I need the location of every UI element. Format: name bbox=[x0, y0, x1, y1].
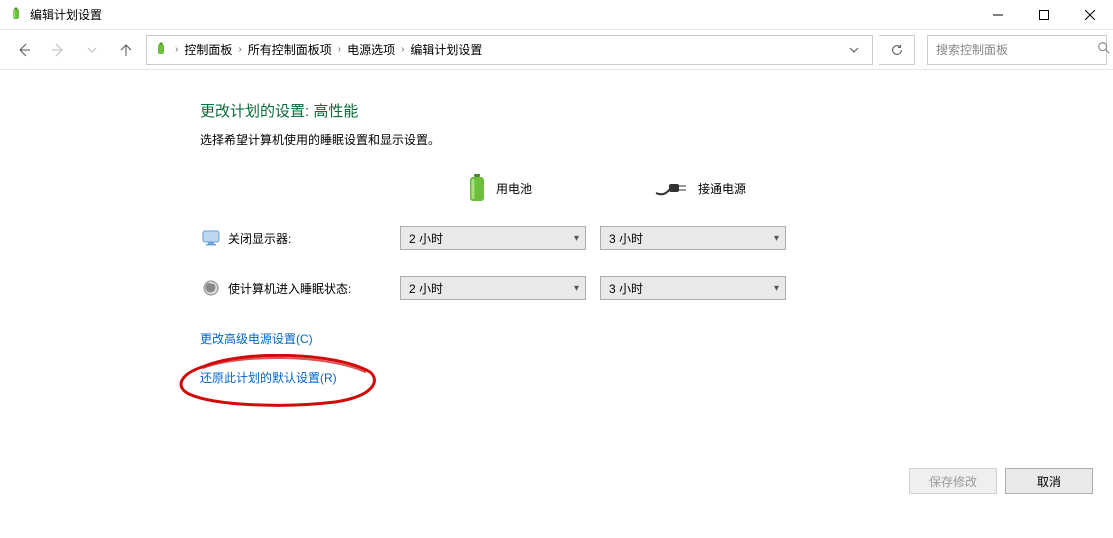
maximize-button[interactable] bbox=[1021, 0, 1067, 30]
sleep-icon bbox=[200, 279, 222, 297]
breadcrumb-item[interactable]: 控制面板 bbox=[182, 39, 234, 60]
navbar: › 控制面板 › 所有控制面板项 › 电源选项 › 编辑计划设置 bbox=[0, 30, 1113, 70]
breadcrumb-item[interactable]: 电源选项 bbox=[345, 39, 397, 60]
search-box[interactable] bbox=[927, 35, 1107, 65]
column-battery-label: 用电池 bbox=[496, 180, 532, 197]
breadcrumb-label: 电源选项 bbox=[347, 41, 395, 58]
monitor-icon bbox=[200, 229, 222, 247]
advanced-settings-link[interactable]: 更改高级电源设置(C) bbox=[200, 330, 313, 347]
column-plugged: 接通电源 bbox=[600, 179, 800, 197]
plug-icon bbox=[654, 179, 688, 197]
dropdown-value: 2 小时 bbox=[409, 230, 574, 247]
display-plugged-dropdown[interactable]: 3 小时 ▾ bbox=[600, 226, 786, 250]
cancel-button-label: 取消 bbox=[1037, 473, 1061, 490]
chevron-down-icon: ▾ bbox=[774, 233, 779, 244]
address-dropdown-button[interactable] bbox=[840, 36, 868, 64]
forward-button[interactable] bbox=[44, 36, 72, 64]
chevron-right-icon[interactable]: › bbox=[236, 44, 243, 55]
bottom-button-bar: 保存修改 取消 bbox=[909, 468, 1093, 494]
sleep-battery-dropdown[interactable]: 2 小时 ▾ bbox=[400, 276, 586, 300]
dropdown-value: 3 小时 bbox=[609, 230, 774, 247]
sleep-plugged-dropdown[interactable]: 3 小时 ▾ bbox=[600, 276, 786, 300]
cancel-button[interactable]: 取消 bbox=[1005, 468, 1093, 494]
chevron-right-icon[interactable]: › bbox=[399, 44, 406, 55]
save-button-label: 保存修改 bbox=[929, 473, 977, 490]
column-headers: 用电池 接通电源 bbox=[200, 174, 1093, 202]
recent-locations-button[interactable] bbox=[78, 36, 106, 64]
address-icon bbox=[151, 42, 171, 58]
setting-label: 使计算机进入睡眠状态: bbox=[228, 280, 400, 297]
battery-icon bbox=[468, 174, 486, 202]
column-plugged-label: 接通电源 bbox=[698, 180, 746, 197]
breadcrumb-item[interactable]: 所有控制面板项 bbox=[246, 39, 334, 60]
up-button[interactable] bbox=[112, 36, 140, 64]
window-controls bbox=[975, 0, 1113, 30]
close-button[interactable] bbox=[1067, 0, 1113, 30]
save-button: 保存修改 bbox=[909, 468, 997, 494]
refresh-button[interactable] bbox=[879, 35, 915, 65]
display-battery-dropdown[interactable]: 2 小时 ▾ bbox=[400, 226, 586, 250]
setting-row-display: 关闭显示器: 2 小时 ▾ 3 小时 ▾ bbox=[200, 226, 1093, 250]
address-bar[interactable]: › 控制面板 › 所有控制面板项 › 电源选项 › 编辑计划设置 bbox=[146, 35, 873, 65]
breadcrumb-label: 所有控制面板项 bbox=[248, 41, 332, 58]
dropdown-value: 3 小时 bbox=[609, 280, 774, 297]
chevron-down-icon: ▾ bbox=[574, 283, 579, 294]
setting-label: 关闭显示器: bbox=[228, 230, 400, 247]
page-heading: 更改计划的设置: 高性能 bbox=[200, 100, 1093, 121]
minimize-button[interactable] bbox=[975, 0, 1021, 30]
content-area: 更改计划的设置: 高性能 选择希望计算机使用的睡眠设置和显示设置。 用电池 bbox=[0, 70, 1113, 408]
search-icon bbox=[1097, 41, 1111, 58]
breadcrumb-label: 编辑计划设置 bbox=[410, 41, 482, 58]
breadcrumb-label: 控制面板 bbox=[184, 41, 232, 58]
chevron-down-icon: ▾ bbox=[574, 233, 579, 244]
dropdown-value: 2 小时 bbox=[409, 280, 574, 297]
setting-row-sleep: 使计算机进入睡眠状态: 2 小时 ▾ 3 小时 ▾ bbox=[200, 276, 1093, 300]
breadcrumb-item[interactable]: 编辑计划设置 bbox=[408, 39, 484, 60]
chevron-right-icon[interactable]: › bbox=[336, 44, 343, 55]
column-battery: 用电池 bbox=[400, 174, 600, 202]
chevron-down-icon: ▾ bbox=[774, 283, 779, 294]
restore-defaults-link[interactable]: 还原此计划的默认设置(R) bbox=[200, 369, 337, 386]
app-icon bbox=[8, 7, 24, 23]
back-button[interactable] bbox=[10, 36, 38, 64]
page-subheading: 选择希望计算机使用的睡眠设置和显示设置。 bbox=[200, 131, 1093, 148]
links-section: 更改高级电源设置(C) 还原此计划的默认设置(R) bbox=[200, 330, 1093, 408]
titlebar: 编辑计划设置 bbox=[0, 0, 1113, 30]
chevron-right-icon[interactable]: › bbox=[173, 44, 180, 55]
window-title: 编辑计划设置 bbox=[30, 6, 102, 23]
search-input[interactable] bbox=[934, 42, 1093, 58]
